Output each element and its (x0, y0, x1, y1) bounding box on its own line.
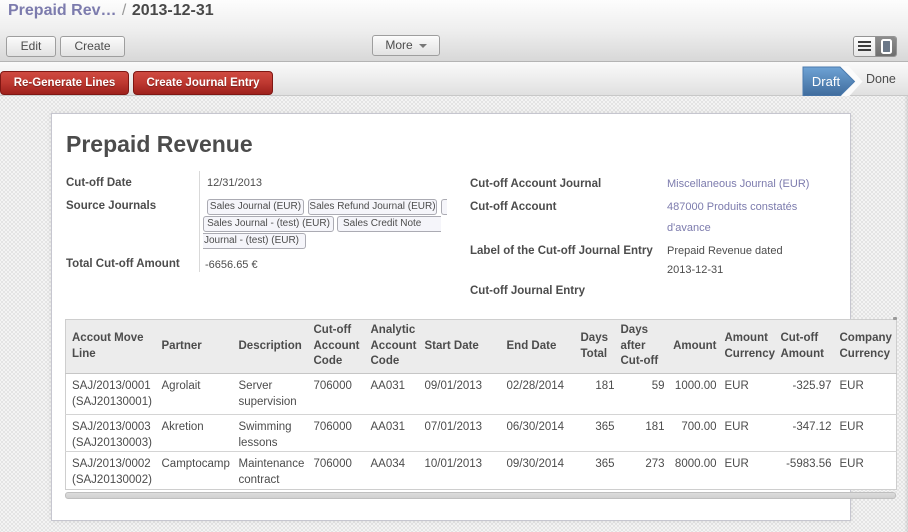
svg-text:Draft: Draft (812, 74, 841, 89)
